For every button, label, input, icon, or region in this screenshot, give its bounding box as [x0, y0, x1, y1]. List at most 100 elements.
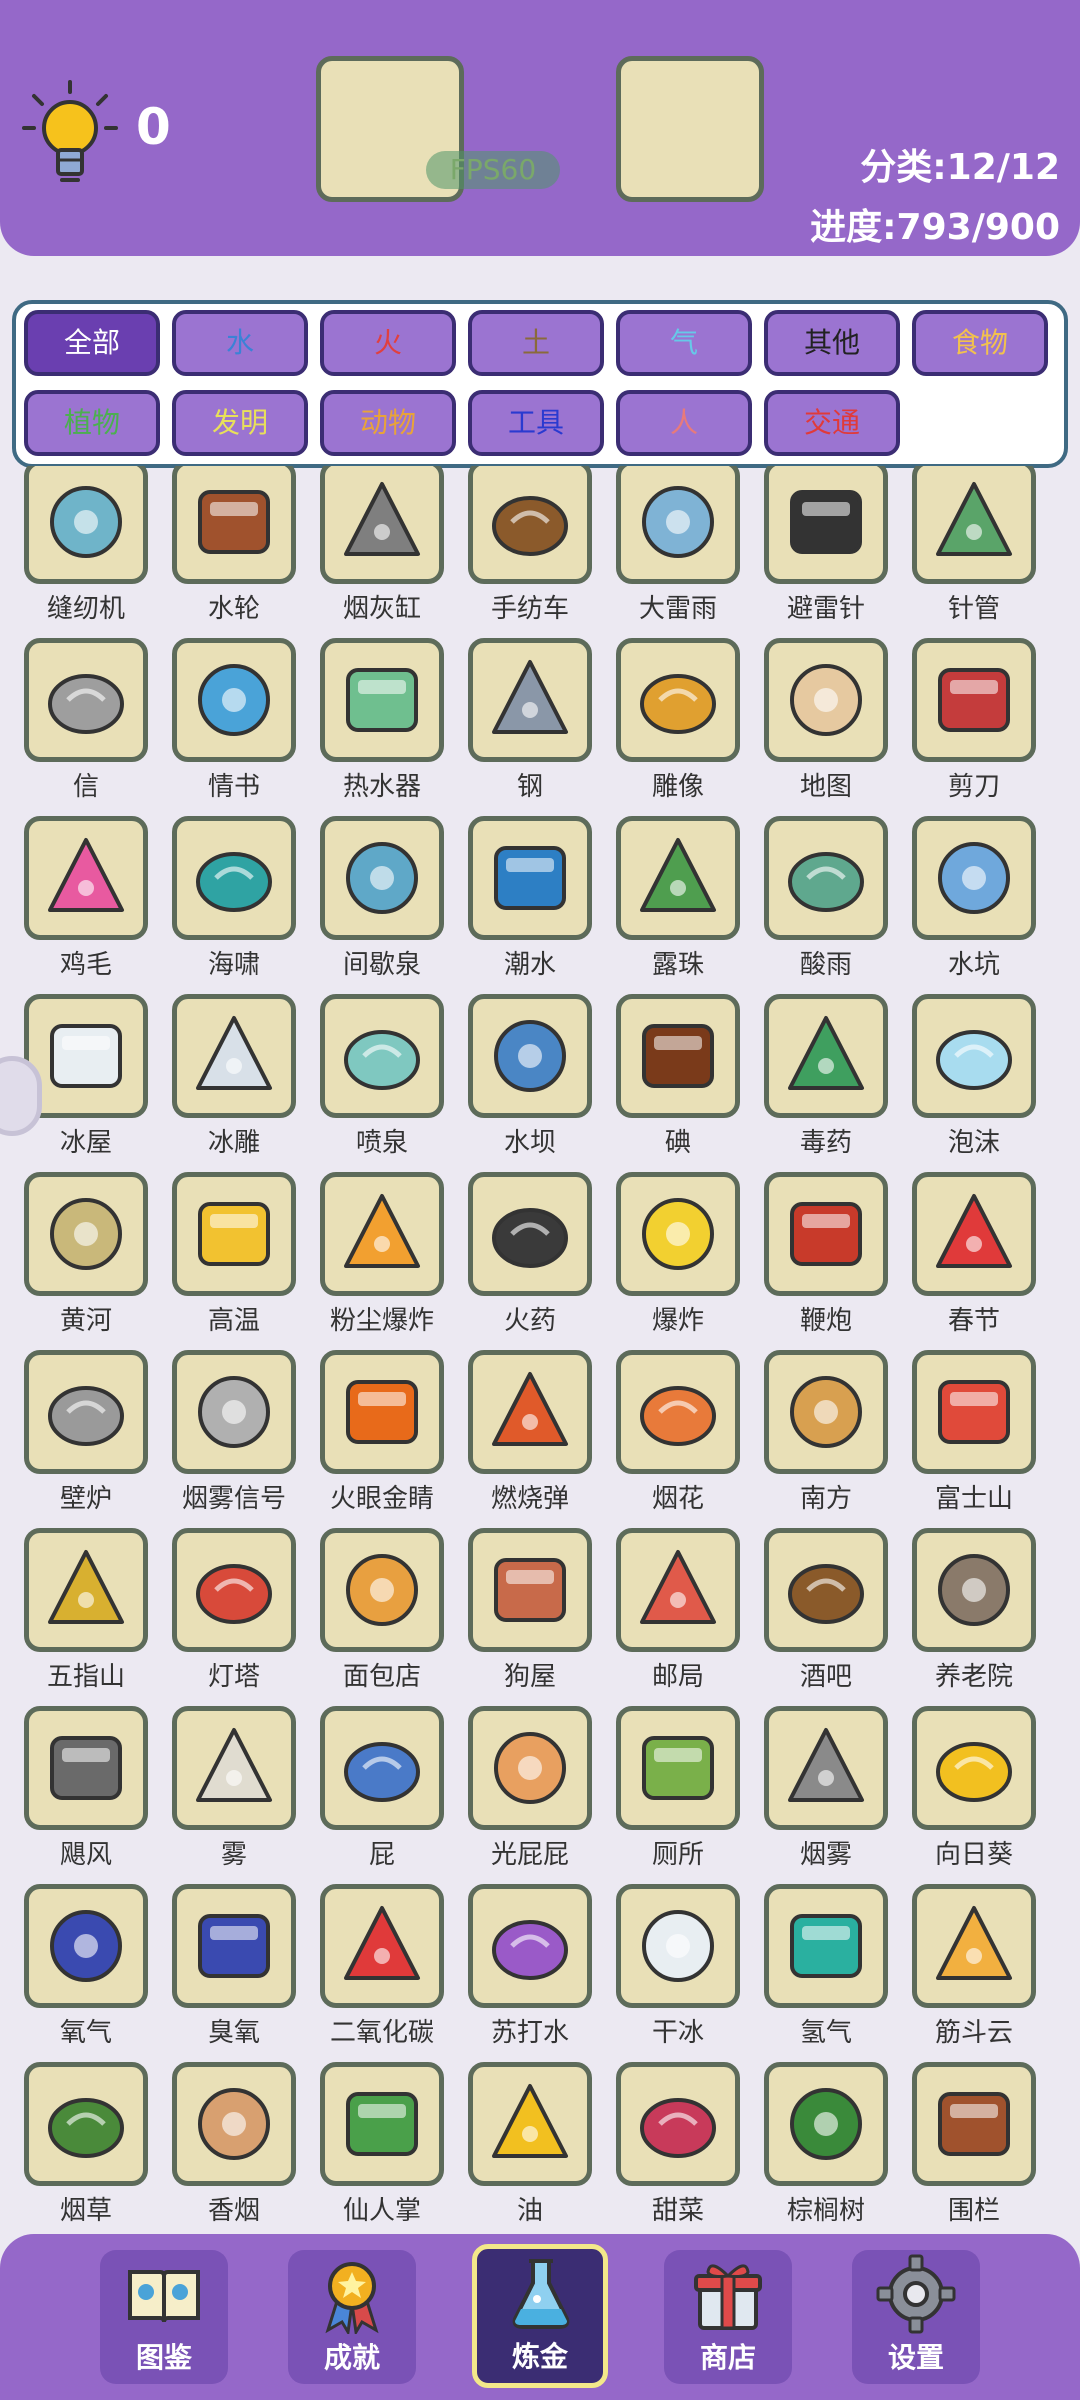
element-card[interactable]: 狗屋: [456, 1528, 604, 1706]
element-card[interactable]: 燃烧弹: [456, 1350, 604, 1528]
element-name: 五指山: [46, 1662, 125, 1692]
element-card[interactable]: 水坑: [900, 816, 1048, 994]
element-card[interactable]: 棕榈树: [752, 2062, 900, 2228]
element-card[interactable]: 烟雾信号: [160, 1350, 308, 1528]
element-card[interactable]: 爆炸: [604, 1172, 752, 1350]
element-card[interactable]: 缝纫机: [12, 466, 160, 638]
element-card[interactable]: 火眼金睛: [308, 1350, 456, 1528]
element-card[interactable]: 手纺车: [456, 466, 604, 638]
element-name: 臭氧: [207, 2018, 260, 2048]
element-card[interactable]: 围栏: [900, 2062, 1048, 2228]
element-card[interactable]: 酒吧: [752, 1528, 900, 1706]
combine-slot-right[interactable]: [616, 56, 764, 202]
element-card[interactable]: 大雷雨: [604, 466, 752, 638]
element-card[interactable]: 喷泉: [308, 994, 456, 1172]
feather-icon: [24, 816, 148, 940]
element-card[interactable]: 鞭炮: [752, 1172, 900, 1350]
element-card[interactable]: 针管: [900, 466, 1048, 638]
element-card[interactable]: 海啸: [160, 816, 308, 994]
filter-chip-0[interactable]: 全部: [24, 310, 160, 376]
element-card[interactable]: 冰雕: [160, 994, 308, 1172]
element-card[interactable]: 五指山: [12, 1528, 160, 1706]
element-name: 碘: [664, 1128, 691, 1158]
nav-shop-gift[interactable]: 商店: [664, 2250, 792, 2384]
element-card[interactable]: 仙人掌: [308, 2062, 456, 2228]
element-card[interactable]: 氢气: [752, 1884, 900, 2062]
element-card[interactable]: 碘: [604, 994, 752, 1172]
puddle-icon: [912, 816, 1036, 940]
nav-encyclopedia-book[interactable]: 图鉴: [100, 2250, 228, 2384]
filter-chip-5[interactable]: 其他: [764, 310, 900, 376]
element-card[interactable]: 间歇泉: [308, 816, 456, 994]
element-card[interactable]: 水轮: [160, 466, 308, 638]
filter-chip-10[interactable]: 工具: [468, 390, 604, 456]
element-card[interactable]: 苏打水: [456, 1884, 604, 2062]
element-card[interactable]: 向日葵: [900, 1706, 1048, 1884]
element-card[interactable]: 厕所: [604, 1706, 752, 1884]
element-card[interactable]: 香烟: [160, 2062, 308, 2228]
element-card[interactable]: 灯塔: [160, 1528, 308, 1706]
element-card[interactable]: 剪刀: [900, 638, 1048, 816]
element-card[interactable]: 富士山: [900, 1350, 1048, 1528]
element-card[interactable]: 鸡毛: [12, 816, 160, 994]
element-card[interactable]: 潮水: [456, 816, 604, 994]
nav-achievement-medal[interactable]: 成就: [288, 2250, 416, 2384]
element-card[interactable]: 二氧化碳: [308, 1884, 456, 2062]
element-card[interactable]: 泡沫: [900, 994, 1048, 1172]
element-card[interactable]: 油: [456, 2062, 604, 2228]
element-card[interactable]: 避雷针: [752, 466, 900, 638]
filter-chip-7[interactable]: 植物: [24, 390, 160, 456]
filter-chip-1[interactable]: 水: [172, 310, 308, 376]
element-card[interactable]: 飓风: [12, 1706, 160, 1884]
element-card[interactable]: 面包店: [308, 1528, 456, 1706]
filter-chip-3[interactable]: 土: [468, 310, 604, 376]
element-card[interactable]: 壁炉: [12, 1350, 160, 1528]
element-card[interactable]: 屁: [308, 1706, 456, 1884]
element-card[interactable]: 光屁屁: [456, 1706, 604, 1884]
element-card[interactable]: 烟草: [12, 2062, 160, 2228]
element-card[interactable]: 高温: [160, 1172, 308, 1350]
element-card[interactable]: 甜菜: [604, 2062, 752, 2228]
filter-chip-12[interactable]: 交通: [764, 390, 900, 456]
element-card[interactable]: 情书: [160, 638, 308, 816]
filter-chip-4[interactable]: 气: [616, 310, 752, 376]
element-card[interactable]: 地图: [752, 638, 900, 816]
element-card[interactable]: 筋斗云: [900, 1884, 1048, 2062]
element-card[interactable]: 钢: [456, 638, 604, 816]
element-card[interactable]: 邮局: [604, 1528, 752, 1706]
element-card[interactable]: 毒药: [752, 994, 900, 1172]
element-card[interactable]: 干冰: [604, 1884, 752, 2062]
filter-chip-2[interactable]: 火: [320, 310, 456, 376]
element-card[interactable]: 火药: [456, 1172, 604, 1350]
nav-alchemy-flask[interactable]: 炼金: [472, 2244, 608, 2388]
element-card[interactable]: 热水器: [308, 638, 456, 816]
element-card[interactable]: 露珠: [604, 816, 752, 994]
element-card[interactable]: 粉尘爆炸: [308, 1172, 456, 1350]
element-card[interactable]: 烟灰缸: [308, 466, 456, 638]
filter-chip-11[interactable]: 人: [616, 390, 752, 456]
nav-settings-gear[interactable]: 设置: [852, 2250, 980, 2384]
element-card[interactable]: 信: [12, 638, 160, 816]
element-card[interactable]: 雕像: [604, 638, 752, 816]
element-card[interactable]: 酸雨: [752, 816, 900, 994]
side-drawer-handle[interactable]: [0, 1056, 42, 1136]
element-name: 针管: [947, 594, 1000, 624]
bare-bottom-icon: [468, 1706, 592, 1830]
element-card[interactable]: 黄河: [12, 1172, 160, 1350]
element-name: 春节: [947, 1306, 1000, 1336]
element-card[interactable]: 春节: [900, 1172, 1048, 1350]
element-card[interactable]: 水坝: [456, 994, 604, 1172]
filter-chip-8[interactable]: 发明: [172, 390, 308, 456]
element-card[interactable]: 养老院: [900, 1528, 1048, 1706]
filter-chip-9[interactable]: 动物: [320, 390, 456, 456]
element-card[interactable]: 雾: [160, 1706, 308, 1884]
element-card[interactable]: 烟花: [604, 1350, 752, 1528]
filter-chip-6[interactable]: 食物: [912, 310, 1048, 376]
progress-count: 进度:793/900: [810, 207, 1060, 248]
element-card[interactable]: 南方: [752, 1350, 900, 1528]
element-card[interactable]: 氧气: [12, 1884, 160, 2062]
element-card[interactable]: 臭氧: [160, 1884, 308, 2062]
steel-pipes-icon: [468, 638, 592, 762]
element-card[interactable]: 烟雾: [752, 1706, 900, 1884]
lightbulb-hint-icon[interactable]: [22, 76, 118, 186]
